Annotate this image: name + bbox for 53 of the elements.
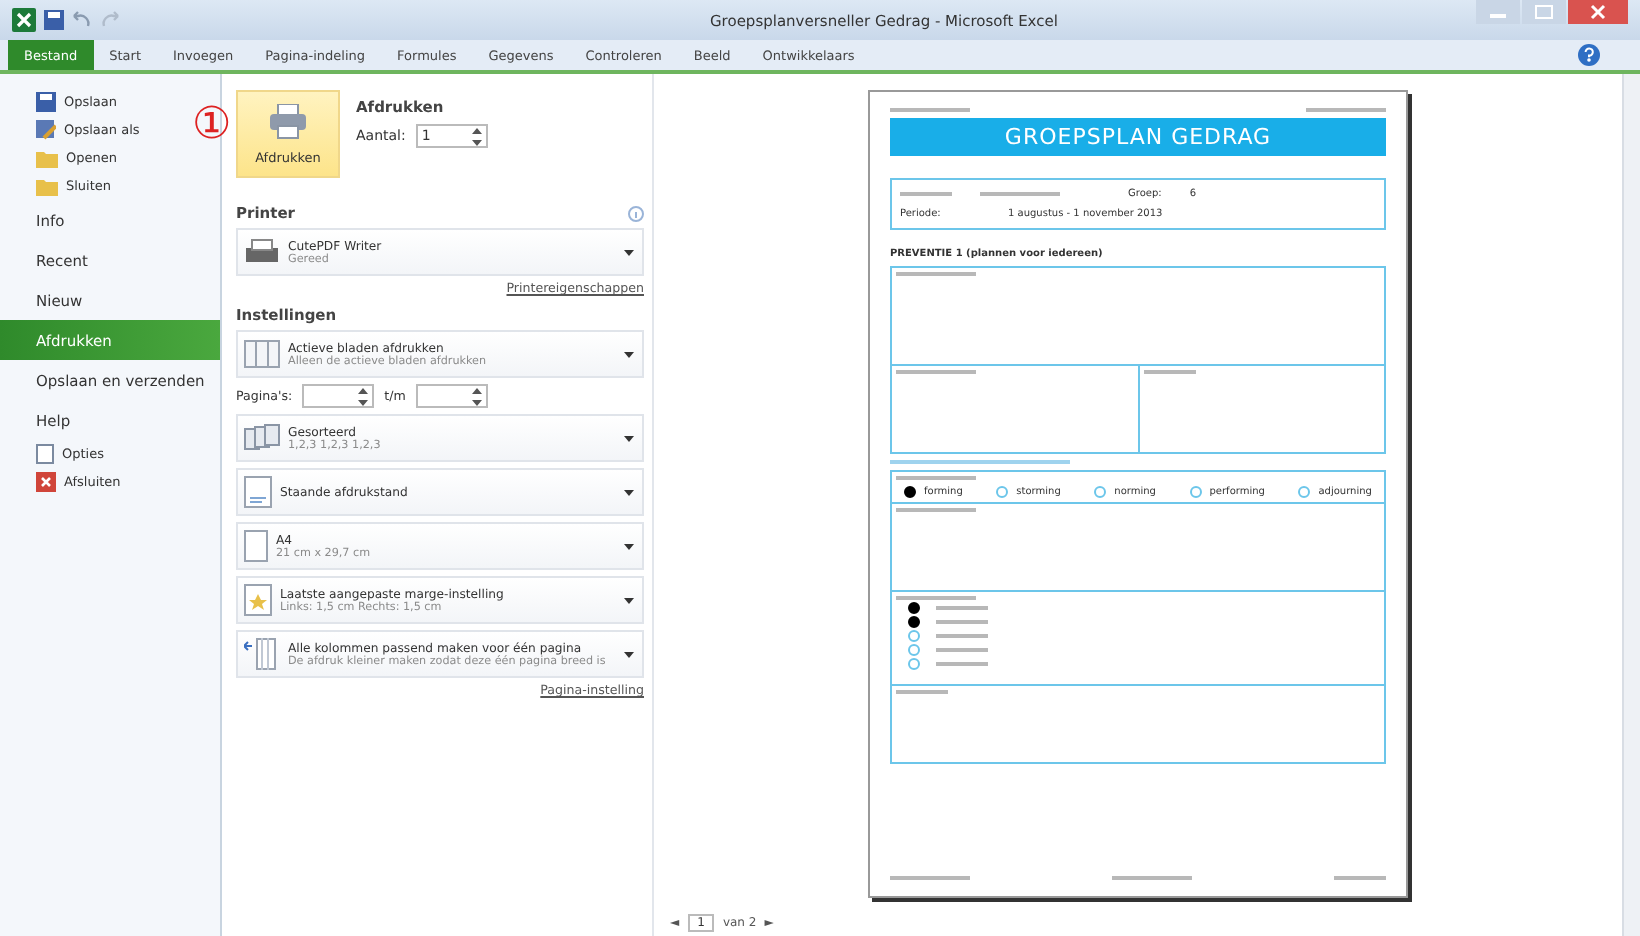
folder-icon	[36, 149, 58, 167]
page-icon	[244, 530, 268, 562]
dropdown-arrow-icon	[624, 597, 634, 603]
title-banner: GROEPSPLAN GEDRAG	[890, 118, 1386, 156]
footer-text-line	[1112, 876, 1192, 880]
sheets-icon	[244, 340, 280, 368]
text-line	[896, 476, 976, 480]
header-text-line	[1306, 108, 1386, 112]
folder-icon	[36, 177, 58, 195]
text-line	[896, 508, 976, 512]
undo-icon[interactable]	[72, 10, 92, 30]
printer-icon	[268, 103, 308, 139]
info-icon[interactable]	[628, 205, 644, 221]
collated-pages-icon	[244, 424, 280, 452]
text-line	[896, 272, 976, 276]
annotation-marker: ①	[192, 104, 232, 148]
spin-arrows-icon	[471, 387, 482, 405]
text-line	[1143, 370, 1195, 374]
text-line	[900, 192, 952, 196]
close-icon[interactable]	[1568, 0, 1628, 24]
margins-page-icon	[244, 584, 272, 616]
excel-logo-icon[interactable]	[12, 8, 36, 32]
text-line	[896, 596, 976, 600]
text-line	[980, 192, 1060, 196]
page-from-spinbox[interactable]	[302, 384, 375, 408]
spin-arrows-icon	[358, 387, 369, 405]
spin-arrows-icon	[471, 127, 482, 145]
dropdown-arrow-icon	[624, 543, 634, 549]
dropdown-arrow-icon	[624, 351, 634, 357]
floppy-disk-pencil-icon	[36, 120, 56, 140]
page-to-spinbox[interactable]	[415, 384, 488, 408]
close-icon	[36, 472, 56, 492]
dropdown-arrow-icon	[624, 651, 634, 657]
footer-text-line	[890, 876, 970, 880]
portrait-page-icon	[244, 476, 272, 508]
text-line	[896, 370, 976, 374]
text-line	[936, 606, 988, 610]
footer-text-line	[1334, 876, 1386, 880]
dropdown-arrow-icon	[624, 489, 634, 495]
text-line	[936, 648, 988, 652]
save-icon[interactable]	[44, 10, 64, 30]
header-text-line	[890, 108, 970, 112]
dropdown-arrow-icon	[624, 435, 634, 441]
dropdown-arrow-icon	[624, 249, 634, 255]
scrollbar[interactable]	[1622, 74, 1640, 936]
fit-columns-icon	[244, 638, 280, 670]
document-icon	[36, 444, 54, 464]
text-line	[936, 634, 988, 638]
help-icon[interactable]	[1578, 44, 1600, 66]
printer-icon	[244, 238, 280, 266]
text-line	[936, 620, 988, 624]
text-line	[896, 690, 948, 694]
text-line	[936, 662, 988, 666]
